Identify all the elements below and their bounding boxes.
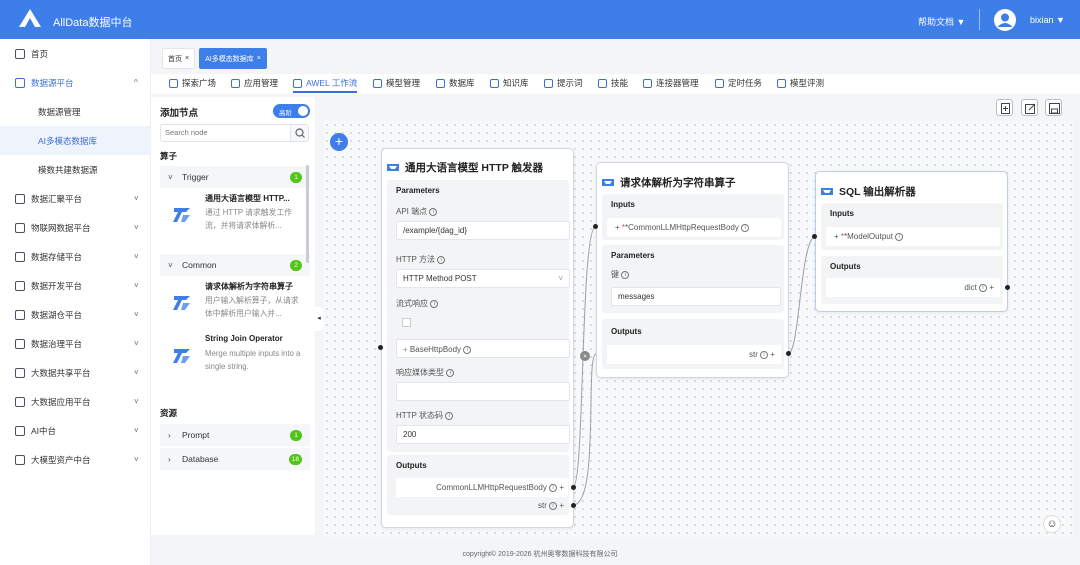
info-icon: i: [437, 255, 446, 264]
method-select[interactable]: HTTP Method POST ˅: [396, 269, 570, 288]
info-icon: i: [760, 350, 769, 359]
status-code-input[interactable]: 200: [396, 425, 570, 444]
key-input[interactable]: messages: [611, 287, 781, 306]
output-row-str[interactable]: str i +: [607, 345, 781, 364]
awel-logo-icon: [387, 164, 399, 171]
params-block: Parameters API 端点 i /example/{dag_id} HT…: [387, 180, 570, 452]
key-label: 键 i: [611, 269, 630, 280]
output-handle[interactable]: [1005, 285, 1010, 290]
feedback-button[interactable]: ☺: [1043, 515, 1061, 533]
node-request-parse[interactable]: 请求体解析为字符串算子 Inputs + **CommonLLMHttpRequ…: [596, 162, 789, 378]
info-icon: i: [445, 411, 454, 420]
outputs-block: Outputs CommonLLMHttpRequestBody i + str…: [387, 455, 569, 515]
awel-logo-icon: [602, 179, 614, 186]
info-icon: i: [621, 270, 630, 279]
output-label: str: [748, 350, 758, 359]
info-icon: i: [895, 232, 904, 241]
method-value: HTTP Method POST: [403, 274, 477, 283]
input-row[interactable]: + **ModelOutput i: [826, 227, 1000, 246]
info-icon: i: [429, 207, 438, 216]
info-icon: i: [430, 299, 439, 308]
edge-parse-to-sql[interactable]: [787, 235, 817, 355]
params-title: Parameters: [396, 186, 440, 195]
inputs-title: Inputs: [830, 209, 854, 218]
smile-icon: ☺: [1046, 518, 1058, 530]
method-label: HTTP 方法 i: [396, 254, 446, 265]
chevron-down-icon: ˅: [558, 274, 563, 283]
node-http-trigger[interactable]: 通用大语言模型 HTTP 触发器 Parameters API 端点 i /ex…: [381, 148, 574, 528]
inputs-block: Inputs + **ModelOutput i: [821, 203, 1003, 250]
output-label: dict: [964, 283, 977, 292]
footer-copyright: copyright© 2019-2026 杭州奥零数据科技有限公司: [462, 551, 618, 558]
info-icon: i: [741, 223, 750, 232]
outputs-title: Outputs: [396, 461, 427, 470]
close-icon: ×: [583, 354, 587, 361]
node-title: 请求体解析为字符串算子: [620, 177, 736, 189]
awel-logo-icon: [821, 188, 833, 195]
stream-label: 流式响应 i: [396, 298, 439, 309]
node-header: 通用大语言模型 HTTP 触发器: [387, 160, 543, 175]
input-handle[interactable]: [378, 345, 383, 350]
body-label: BaseHttpBody: [409, 345, 462, 354]
outputs-block: Outputs dict i +: [821, 256, 1003, 304]
node-title: 通用大语言模型 HTTP 触发器: [405, 162, 544, 174]
body-input-row[interactable]: + BaseHttpBody i: [396, 339, 570, 358]
info-icon: i: [549, 501, 558, 510]
output-label: str: [537, 501, 547, 510]
info-icon: i: [979, 283, 988, 292]
stream-checkbox[interactable]: [402, 318, 411, 327]
output-handle[interactable]: [571, 503, 576, 508]
output-label: CommonLLMHttpRequestBody: [436, 483, 547, 492]
info-icon: i: [446, 368, 455, 377]
inputs-title: Inputs: [611, 200, 635, 209]
input-label: *CommonLLMHttpRequestBody: [625, 223, 739, 232]
node-title: SQL 输出解析器: [839, 186, 916, 198]
output-row-body[interactable]: CommonLLMHttpRequestBody i +: [396, 478, 568, 497]
status-code-label: HTTP 状态码 i: [396, 410, 454, 421]
node-header: SQL 输出解析器: [821, 184, 916, 199]
input-row[interactable]: + **CommonLLMHttpRequestBody i: [607, 218, 781, 237]
output-row-str[interactable]: str i +: [396, 496, 568, 515]
node-header: 请求体解析为字符串算子: [602, 175, 736, 190]
input-label: *ModelOutput: [844, 232, 893, 241]
outputs-title: Outputs: [611, 327, 642, 336]
media-type-label: 响应媒体类型 i: [396, 367, 455, 378]
params-block: Parameters 键 i messages: [602, 245, 784, 313]
params-title: Parameters: [611, 251, 655, 260]
api-endpoint-input[interactable]: /example/{dag_id}: [396, 221, 570, 240]
node-sql-parser[interactable]: SQL 输出解析器 Inputs + **ModelOutput i Outpu…: [815, 171, 1008, 312]
info-icon: i: [549, 483, 558, 492]
edge-str-to-parse[interactable]: [572, 353, 597, 506]
media-type-input[interactable]: [396, 382, 570, 401]
output-handle[interactable]: [571, 485, 576, 490]
info-icon: i: [463, 345, 472, 354]
input-handle[interactable]: [593, 224, 598, 229]
output-row-dict[interactable]: dict i +: [826, 278, 1000, 297]
outputs-block: Outputs str i +: [602, 319, 784, 369]
api-label: API 端点 i: [396, 206, 438, 217]
inputs-block: Inputs + **CommonLLMHttpRequestBody i: [602, 194, 784, 240]
output-handle[interactable]: [786, 351, 791, 356]
input-handle[interactable]: [812, 234, 817, 239]
outputs-title: Outputs: [830, 262, 861, 271]
